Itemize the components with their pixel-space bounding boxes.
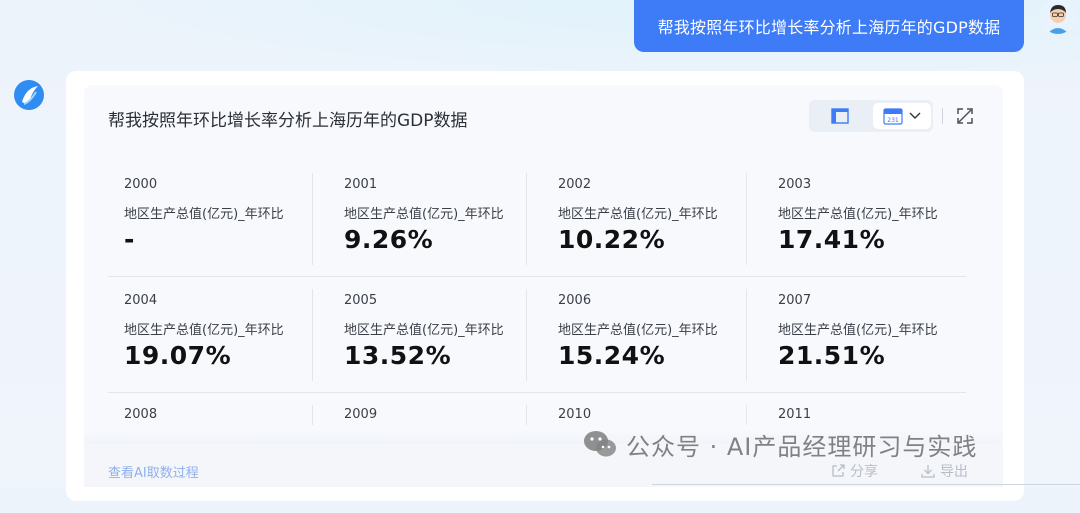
row-divider [108, 392, 966, 393]
metric-value: 15.24% [558, 341, 666, 370]
column-divider [312, 289, 313, 381]
expand-icon[interactable] [955, 106, 975, 126]
wechat-watermark: 公众号 · AI产品经理研习与实践 [582, 424, 977, 464]
view-ai-process-link[interactable]: 查看AI取数过程 [108, 462, 199, 481]
metric-value: 9.26% [344, 225, 434, 254]
column-divider [526, 405, 527, 425]
card-view-button[interactable] [822, 104, 858, 128]
metric-year: 2004 [124, 293, 158, 308]
metric-label: 地区生产总值(亿元)_年环比 [344, 207, 504, 222]
share-icon [832, 464, 845, 477]
column-divider [526, 173, 527, 265]
metric-year: 2001 [344, 177, 378, 192]
metric-value: - [124, 225, 135, 254]
metric-label: 地区生产总值(亿元)_年环比 [344, 323, 504, 338]
grid-row: 2000 地区生产总值(亿元)_年环比 - 2001 地区生产总值(亿元)_年环… [108, 165, 968, 281]
export-label: 导出 [940, 464, 968, 480]
user-avatar[interactable] [1041, 0, 1075, 34]
metric-value: 17.41% [778, 225, 886, 254]
metric-label: 地区生产总值(亿元)_年环比 [124, 207, 284, 222]
metric-year: 2005 [344, 293, 378, 308]
metric-value: 10.22% [558, 225, 666, 254]
ai-assistant-logo-icon [12, 78, 46, 112]
column-divider [526, 289, 527, 381]
watermark-text: 公众号 · AI产品经理研习与实践 [626, 432, 978, 461]
metric-value: 21.51% [778, 341, 886, 370]
user-message-text: 帮我按照年环比增长率分析上海历年的GDP数据 [657, 18, 1001, 37]
download-icon [921, 465, 935, 478]
calendar-icon-text: 231 [887, 117, 899, 124]
metric-year: 2006 [558, 293, 592, 308]
metric-year: 2000 [124, 177, 158, 192]
metric-value: 13.52% [344, 341, 452, 370]
metric-label: 地区生产总值(亿元)_年环比 [778, 207, 938, 222]
column-divider [746, 173, 747, 265]
calendar-icon: 231 [883, 108, 903, 125]
metric-year: 2003 [778, 177, 812, 192]
column-divider [312, 173, 313, 265]
metric-year: 2007 [778, 293, 812, 308]
column-divider [312, 405, 313, 425]
card-layout-icon [831, 108, 849, 124]
metric-year: 2002 [558, 177, 592, 192]
column-divider [746, 405, 747, 425]
column-divider [746, 289, 747, 381]
analysis-title: 帮我按照年环比增长率分析上海历年的GDP数据 [108, 111, 468, 131]
toolbar-divider [942, 108, 943, 124]
export-button[interactable]: 导出 [920, 461, 968, 481]
chevron-down-icon [909, 112, 921, 119]
metric-value: 19.07% [124, 341, 232, 370]
metric-label: 地区生产总值(亿元)_年环比 [558, 207, 718, 222]
metric-label: 地区生产总值(亿元)_年环比 [124, 323, 284, 338]
metric-year: 2011 [778, 407, 812, 422]
share-button[interactable]: 分享 [830, 461, 878, 481]
grid-row: 2004 地区生产总值(亿元)_年环比 19.07% 2005 地区生产总值(亿… [108, 281, 968, 397]
calendar-dropdown-button[interactable]: 231 [873, 103, 931, 129]
share-label: 分享 [850, 464, 878, 480]
metric-label: 地区生产总值(亿元)_年环比 [778, 323, 938, 338]
row-divider [108, 276, 966, 277]
wechat-icon [584, 431, 616, 457]
metric-year: 2010 [558, 407, 592, 422]
metric-year: 2009 [344, 407, 378, 422]
metric-label: 地区生产总值(亿元)_年环比 [558, 323, 718, 338]
divider-line [652, 484, 1080, 485]
user-message-bubble: 帮我按照年环比增长率分析上海历年的GDP数据 [634, 0, 1024, 52]
metric-year: 2008 [124, 407, 158, 422]
